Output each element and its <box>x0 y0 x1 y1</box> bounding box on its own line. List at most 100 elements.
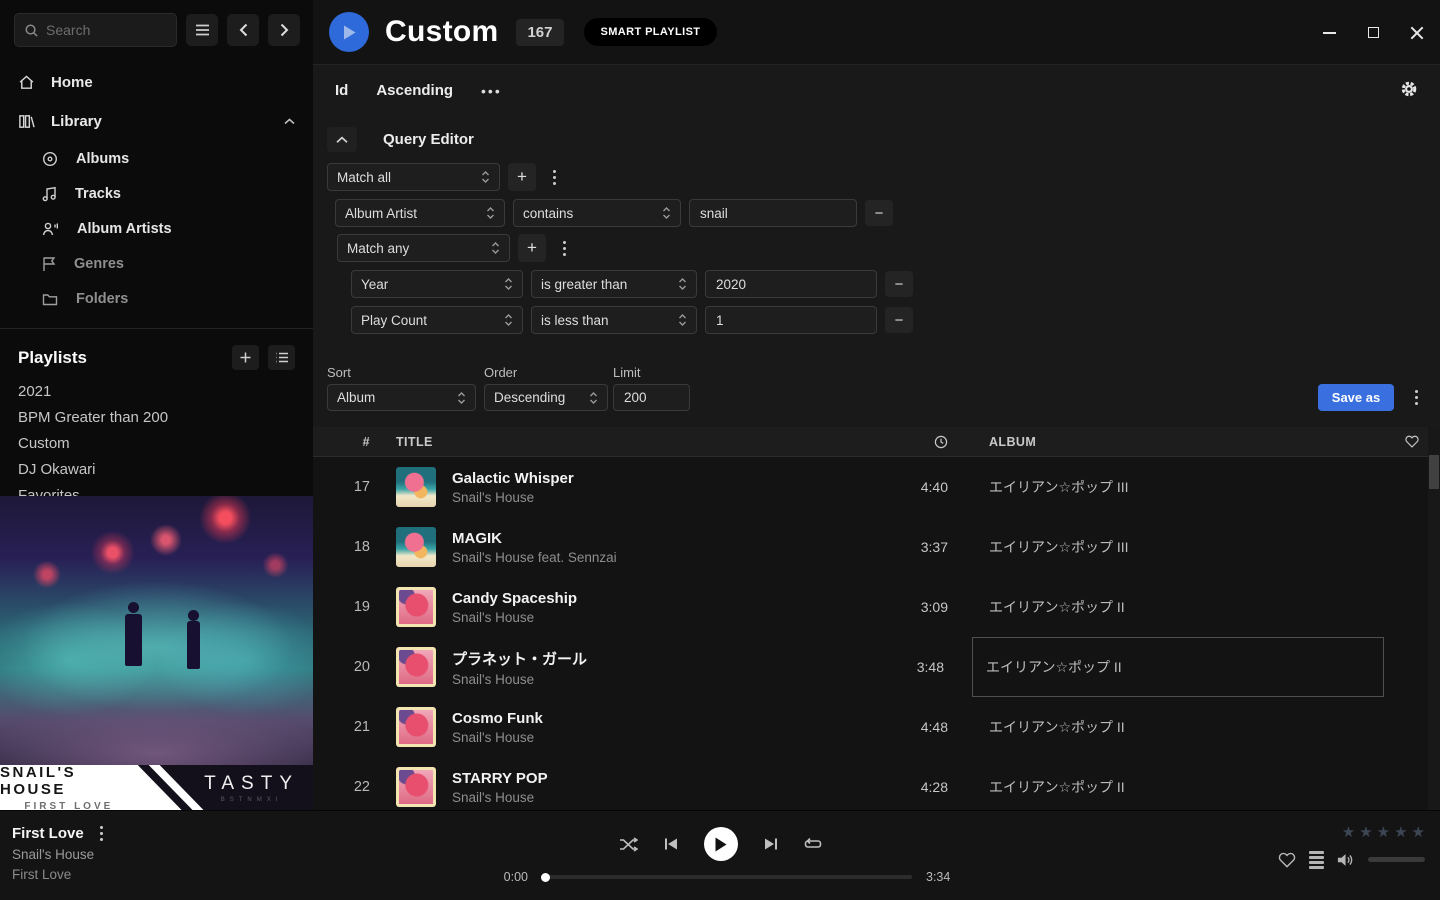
track-number: 17 <box>313 479 370 495</box>
column-header-duration[interactable] <box>863 435 948 449</box>
star-icon[interactable]: ★ <box>1412 823 1425 841</box>
star-icon[interactable]: ★ <box>1394 823 1407 841</box>
page-title: Custom <box>385 15 498 49</box>
album-cell[interactable]: エイリアン☆ポップ III <box>980 457 1384 517</box>
sort-field-button[interactable]: Id <box>335 82 348 99</box>
sidebar-item-album-artists[interactable]: Album Artists <box>0 211 313 246</box>
add-rule-button[interactable]: + <box>518 234 546 262</box>
star-icon[interactable]: ★ <box>1342 823 1355 841</box>
volume-icon[interactable] <box>1337 852 1355 868</box>
sidebar-item-folders[interactable]: Folders <box>0 281 313 316</box>
seek-track[interactable] <box>542 875 912 879</box>
star-icon[interactable]: ★ <box>1377 823 1390 841</box>
playlist-item[interactable]: DJ Okawari <box>0 456 313 482</box>
track-row[interactable]: 17 Galactic Whisper Snail's House 4:40 エ… <box>313 457 1440 517</box>
player-right-controls <box>1278 851 1425 869</box>
rule-operator-select[interactable]: is less than <box>531 306 697 334</box>
rating-stars[interactable]: ★★★★★ <box>1342 823 1425 841</box>
previous-button[interactable] <box>664 837 678 851</box>
column-header-album[interactable]: ALBUM <box>980 435 1384 449</box>
sidebar-nav: Home Library Albums Tracks <box>0 63 313 316</box>
rule-field-select[interactable]: Album Artist <box>335 199 505 227</box>
genres-icon <box>42 256 56 272</box>
select-chevrons-icon <box>678 313 687 327</box>
track-artist: Snail's House <box>452 790 863 805</box>
save-as-button[interactable]: Save as <box>1318 384 1394 411</box>
maximize-button[interactable] <box>1358 18 1388 48</box>
album-cell[interactable]: エイリアン☆ポップ II <box>980 757 1384 810</box>
shuffle-button[interactable] <box>619 837 638 852</box>
album-cell[interactable]: エイリアン☆ポップ III <box>980 517 1384 577</box>
search-input[interactable] <box>46 22 156 38</box>
queue-button[interactable] <box>1309 851 1324 869</box>
star-icon[interactable]: ★ <box>1359 823 1372 841</box>
play-playlist-button[interactable] <box>329 12 369 52</box>
limit-input[interactable] <box>613 384 690 411</box>
search-box[interactable] <box>14 13 177 47</box>
playlist-list-button[interactable] <box>268 345 295 370</box>
query-editor-title: Query Editor <box>383 131 474 148</box>
track-row[interactable]: 18 MAGIK Snail's House feat. Sennzai 3:3… <box>313 517 1440 577</box>
seek-bar: 0:00 3:34 <box>498 870 956 884</box>
menu-button[interactable] <box>186 14 218 46</box>
match-type-select[interactable]: Match all <box>327 163 500 191</box>
rule-value-input[interactable] <box>705 306 877 334</box>
repeat-button[interactable] <box>804 837 822 852</box>
rule-menu-button[interactable] <box>544 170 564 185</box>
column-header-title[interactable]: TITLE <box>396 435 863 449</box>
track-row[interactable]: 22 STARRY POP Snail's House 4:28 エイリアン☆ポ… <box>313 757 1440 810</box>
rule-field-select[interactable]: Play Count <box>351 306 523 334</box>
now-playing-art: SNAIL'S HOUSE FIRST LOVE TASTY BSTNMXI <box>0 496 313 810</box>
add-rule-button[interactable]: + <box>508 163 536 191</box>
rule-field-select[interactable]: Year <box>351 270 523 298</box>
group-match-type-select[interactable]: Match any <box>337 234 510 262</box>
add-playlist-button[interactable] <box>232 345 259 370</box>
column-header-num[interactable]: # <box>313 435 370 449</box>
album-cell[interactable]: エイリアン☆ポップ II <box>980 577 1384 637</box>
track-row[interactable]: 19 Candy Spaceship Snail's House 3:09 エイ… <box>313 577 1440 637</box>
sidebar-item-library[interactable]: Library <box>0 102 313 141</box>
rule-operator-select[interactable]: is greater than <box>531 270 697 298</box>
remove-rule-button[interactable]: − <box>865 200 893 226</box>
collapse-query-editor-button[interactable] <box>327 127 357 152</box>
sort-order-button[interactable]: Ascending <box>376 82 453 99</box>
rule-value-input[interactable] <box>705 270 877 298</box>
track-number: 19 <box>313 599 370 615</box>
sidebar-item-tracks[interactable]: Tracks <box>0 176 313 211</box>
next-button[interactable] <box>764 837 778 851</box>
track-row[interactable]: 20 プラネット・ガール Snail's House 3:48 エイリアン☆ポッ… <box>313 637 1440 697</box>
favorite-button[interactable] <box>1278 852 1296 868</box>
main-panel: Custom 167 SMART PLAYLIST Id Ascending •… <box>313 0 1440 810</box>
track-artist: Snail's House <box>452 610 863 625</box>
nav-forward-button[interactable] <box>268 14 300 46</box>
scrollbar-thumb[interactable] <box>1429 455 1439 489</box>
remove-rule-button[interactable]: − <box>885 271 913 297</box>
remove-rule-button[interactable]: − <box>885 307 913 333</box>
sidebar-item-genres[interactable]: Genres <box>0 246 313 281</box>
album-cell[interactable]: エイリアン☆ポップ II <box>972 637 1384 697</box>
rule-operator-select[interactable]: contains <box>513 199 681 227</box>
elapsed-time: 0:00 <box>498 870 528 884</box>
gear-icon[interactable] <box>1400 80 1418 98</box>
order-select[interactable]: Descending <box>484 384 608 411</box>
sort-select[interactable]: Album <box>327 384 476 411</box>
seek-handle[interactable] <box>541 873 550 882</box>
chevron-right-icon <box>280 23 289 37</box>
sidebar-item-albums[interactable]: Albums <box>0 141 313 176</box>
sidebar-item-home[interactable]: Home <box>0 63 313 102</box>
volume-slider[interactable] <box>1368 857 1425 862</box>
playlist-item[interactable]: BPM Greater than 200 <box>0 404 313 430</box>
minimize-button[interactable] <box>1314 18 1344 48</box>
save-menu-button[interactable] <box>1406 390 1426 405</box>
close-button[interactable] <box>1402 18 1432 48</box>
playlists-header: Playlists <box>0 329 313 378</box>
track-row[interactable]: 21 Cosmo Funk Snail's House 4:48 エイリアン☆ポ… <box>313 697 1440 757</box>
rule-value-input[interactable] <box>689 199 857 227</box>
rule-menu-button[interactable] <box>554 241 574 256</box>
play-button[interactable] <box>704 827 738 861</box>
playlist-item[interactable]: Custom <box>0 430 313 456</box>
playlist-item[interactable]: 2021 <box>0 378 313 404</box>
nav-back-button[interactable] <box>227 14 259 46</box>
more-options-button[interactable]: ••• <box>481 83 502 99</box>
album-cell[interactable]: エイリアン☆ポップ II <box>980 697 1384 757</box>
